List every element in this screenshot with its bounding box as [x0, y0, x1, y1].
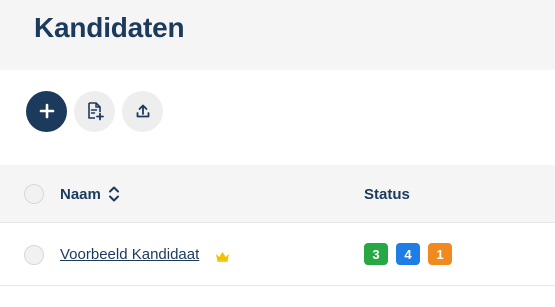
status-badge-green[interactable]: 3: [364, 243, 388, 265]
sort-icon[interactable]: [108, 185, 120, 203]
table-row: Voorbeeld Kandidaat 3 4 1: [0, 224, 555, 286]
document-add-icon: [85, 101, 105, 121]
status-badge-orange[interactable]: 1: [428, 243, 452, 265]
status-badges: 3 4 1: [364, 243, 460, 265]
table-header: Naam Status: [0, 165, 555, 223]
toolbar: [26, 90, 170, 132]
plus-icon: [39, 103, 55, 119]
upload-icon: [135, 103, 151, 119]
column-header-name[interactable]: Naam: [60, 185, 120, 203]
add-document-button[interactable]: [74, 90, 115, 132]
upload-button[interactable]: [122, 90, 163, 132]
candidate-name-link[interactable]: Voorbeeld Kandidaat: [60, 246, 199, 263]
table-bottom: [0, 287, 555, 307]
add-candidate-button[interactable]: [26, 90, 67, 132]
column-header-status: Status: [364, 186, 410, 203]
page-title: Kandidaten: [34, 12, 185, 43]
crown-icon: [215, 249, 230, 267]
page-header: Kandidaten: [0, 0, 555, 70]
row-checkbox[interactable]: [24, 245, 44, 265]
status-badge-blue[interactable]: 4: [396, 243, 420, 265]
select-all-checkbox[interactable]: [24, 184, 44, 204]
column-name-label: Naam: [60, 185, 101, 203]
page: Kandidaten Naam Status Voorbeeld Kandida…: [0, 0, 555, 307]
